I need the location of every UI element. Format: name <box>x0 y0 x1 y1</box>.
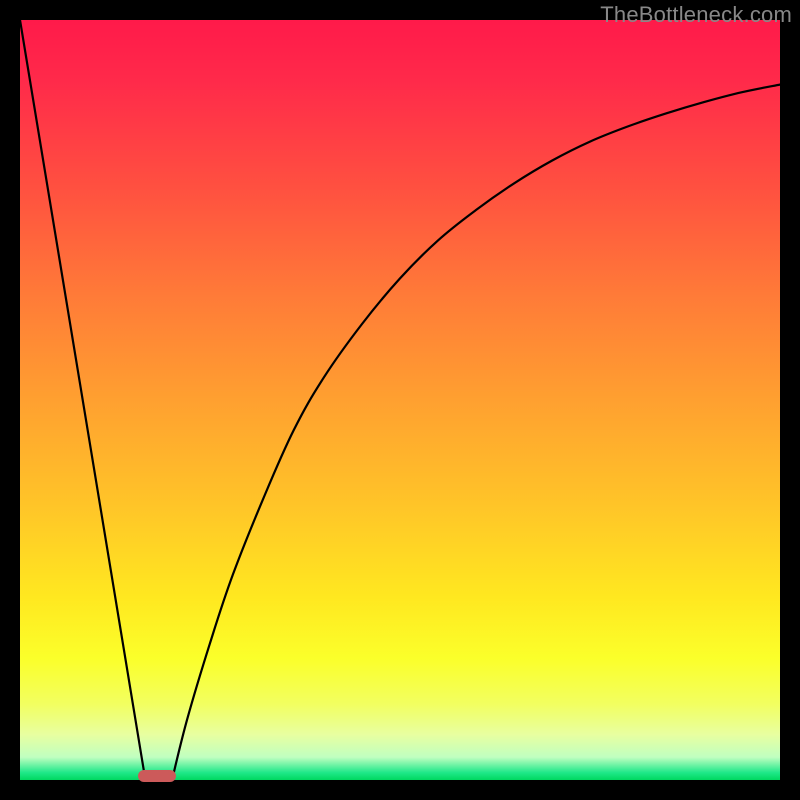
curve-svg <box>20 20 780 780</box>
plot-area <box>20 20 780 780</box>
watermark-text: TheBottleneck.com <box>600 2 792 28</box>
chart-frame: TheBottleneck.com <box>0 0 800 800</box>
bottleneck-marker <box>138 770 176 782</box>
left-line-path <box>20 20 145 780</box>
right-curve-path <box>172 85 780 780</box>
